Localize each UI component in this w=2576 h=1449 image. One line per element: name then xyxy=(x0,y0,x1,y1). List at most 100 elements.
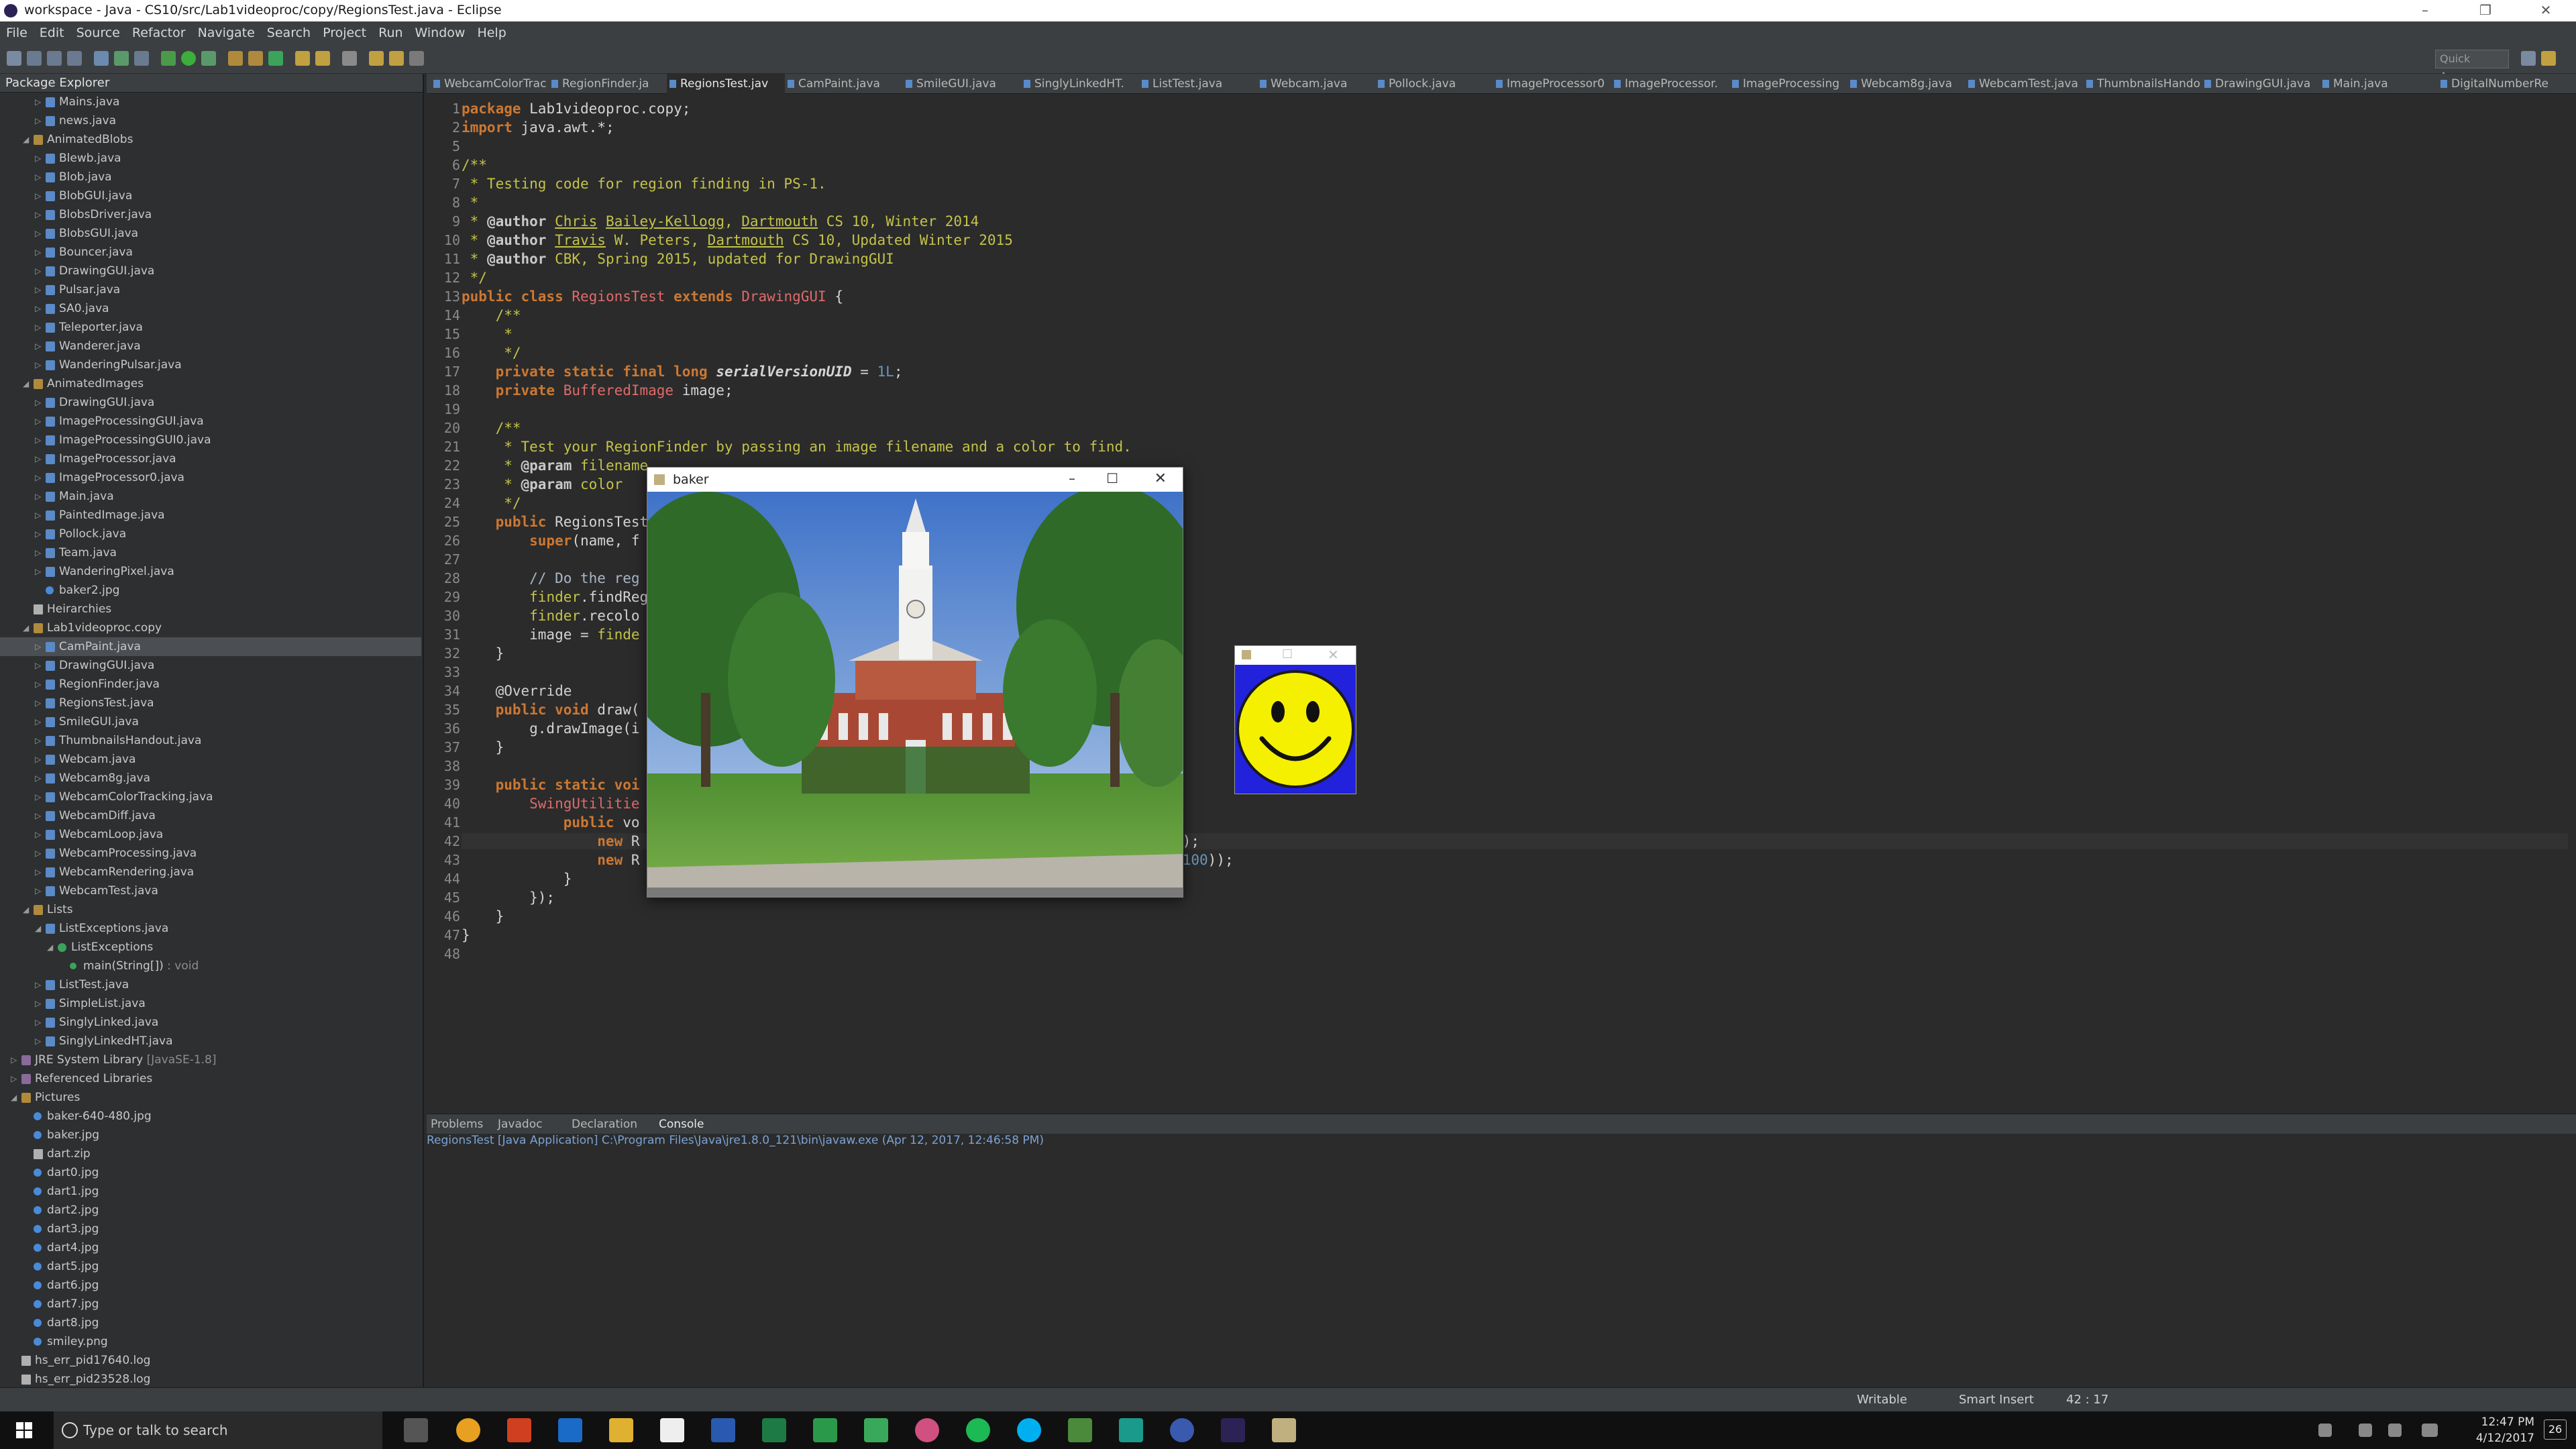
tree-item[interactable]: ◢ AnimatedImages xyxy=(0,374,421,393)
editor-tab[interactable]: ListTest.java xyxy=(1139,74,1257,94)
collapsed-arrow-icon[interactable]: ▷ xyxy=(35,111,41,130)
search-icon[interactable] xyxy=(315,51,330,66)
expanded-arrow-icon[interactable]: ◢ xyxy=(23,374,29,393)
baker-window-titlebar[interactable]: baker – ☐ ✕ xyxy=(647,468,1183,492)
open-perspective-icon[interactable] xyxy=(2521,51,2536,66)
taskbar-clock[interactable]: 12:47 PM 4/12/2017 xyxy=(2476,1414,2534,1446)
tree-item[interactable]: smiley.png xyxy=(0,1332,421,1351)
tree-item[interactable]: ◢ ListExceptions.java xyxy=(0,919,421,938)
wifi-icon[interactable] xyxy=(2359,1424,2372,1437)
tree-item[interactable]: hs_err_pid23528.log xyxy=(0,1370,421,1389)
powerpoint-icon[interactable] xyxy=(507,1418,531,1442)
maximize-icon[interactable]: ☐ xyxy=(1106,470,1118,486)
tree-item[interactable]: ▷ Webcam.java xyxy=(0,750,421,769)
tree-item[interactable]: ▷ BlobsDriver.java xyxy=(0,205,421,224)
collapsed-arrow-icon[interactable]: ▷ xyxy=(35,393,41,412)
menu-edit[interactable]: Edit xyxy=(34,21,70,44)
collapsed-arrow-icon[interactable]: ▷ xyxy=(35,149,41,168)
tree-item[interactable]: ▷ WanderingPulsar.java xyxy=(0,356,421,374)
tree-item[interactable]: hs_err_pid17640.log xyxy=(0,1351,421,1370)
tree-item[interactable]: ◢ Lists xyxy=(0,900,421,919)
tree-item[interactable]: ▷ PaintedImage.java xyxy=(0,506,421,525)
java-perspective-icon[interactable] xyxy=(2541,51,2556,66)
debug-icon[interactable] xyxy=(94,51,109,66)
editor-tab[interactable]: WebcamTest.java xyxy=(1966,74,2084,94)
close-icon[interactable]: ✕ xyxy=(2516,0,2576,21)
skip-breakpoints-icon[interactable] xyxy=(134,51,149,66)
tree-item[interactable]: ▷ Referenced Libraries xyxy=(0,1069,421,1088)
collapsed-arrow-icon[interactable]: ▷ xyxy=(35,825,41,844)
tree-item[interactable]: ▷ DrawingGUI.java xyxy=(0,393,421,412)
expanded-arrow-icon[interactable]: ◢ xyxy=(47,938,53,957)
annotation-icon[interactable] xyxy=(342,51,357,66)
tree-item[interactable]: ▷ Teleporter.java xyxy=(0,318,421,337)
tree-item[interactable]: dart0.jpg xyxy=(0,1163,421,1182)
tree-item[interactable]: ▷ RegionsTest.java xyxy=(0,694,421,712)
tree-item[interactable]: ▷ SinglyLinked.java xyxy=(0,1013,421,1032)
tree-item[interactable]: ▷ Webcam8g.java xyxy=(0,769,421,788)
editor-tab[interactable]: DrawingGUI.java xyxy=(2202,74,2320,94)
new-class-icon[interactable] xyxy=(268,51,283,66)
tree-item[interactable]: ▷ SmileGUI.java xyxy=(0,712,421,731)
open-type-icon[interactable] xyxy=(295,51,310,66)
menu-project[interactable]: Project xyxy=(317,21,372,44)
tree-item[interactable]: ▷ Mains.java xyxy=(0,93,421,111)
tree-item[interactable]: ▷ WebcamTest.java xyxy=(0,881,421,900)
green-app-icon[interactable] xyxy=(864,1418,888,1442)
console-view[interactable]: RegionsTest [Java Application] C:\Progra… xyxy=(427,1134,2576,1387)
editor-tab[interactable]: ImageProcessing xyxy=(1729,74,1847,94)
tree-item[interactable]: ▷ CamPaint.java xyxy=(0,637,421,656)
print-icon[interactable] xyxy=(67,51,82,66)
tree-item[interactable]: ▷ ImageProcessor.java xyxy=(0,449,421,468)
collapsed-arrow-icon[interactable]: ▷ xyxy=(35,224,41,243)
collapsed-arrow-icon[interactable]: ▷ xyxy=(35,299,41,318)
baker-image-window[interactable]: baker – ☐ ✕ xyxy=(647,467,1183,898)
menu-source[interactable]: Source xyxy=(70,21,126,44)
tree-item[interactable]: ▷ Bouncer.java xyxy=(0,243,421,262)
tree-item[interactable]: ▷ Pollock.java xyxy=(0,525,421,543)
tree-item[interactable]: dart2.jpg xyxy=(0,1201,421,1220)
tree-item[interactable]: ▷ RegionFinder.java xyxy=(0,675,421,694)
collapsed-arrow-icon[interactable]: ▷ xyxy=(35,93,41,111)
eclipse-taskbar-icon[interactable] xyxy=(1221,1418,1245,1442)
console-tab[interactable]: Console xyxy=(659,1114,704,1134)
editor-tab[interactable]: DigitalNumberRe xyxy=(2438,74,2556,94)
collapsed-arrow-icon[interactable]: ▷ xyxy=(35,280,41,299)
collapsed-arrow-icon[interactable]: ▷ xyxy=(35,788,41,806)
package-explorer-tab[interactable]: Package Explorer xyxy=(0,74,423,93)
chrome-icon[interactable] xyxy=(456,1418,480,1442)
tree-item[interactable]: dart5.jpg xyxy=(0,1257,421,1276)
console-tab[interactable]: Problems xyxy=(431,1114,483,1134)
collapsed-arrow-icon[interactable]: ▷ xyxy=(35,318,41,337)
editor-tab[interactable]: Pollock.java xyxy=(1375,74,1493,94)
editor-tab[interactable]: Webcam8g.java xyxy=(1847,74,1966,94)
tree-item[interactable]: ▷ Wanderer.java xyxy=(0,337,421,356)
tree-item[interactable]: ▷ WebcamRendering.java xyxy=(0,863,421,881)
debug-run-icon[interactable] xyxy=(161,51,176,66)
notes-icon[interactable] xyxy=(1068,1418,1092,1442)
collapsed-arrow-icon[interactable]: ▷ xyxy=(35,806,41,825)
menu-file[interactable]: File xyxy=(0,21,34,44)
keyboard-icon[interactable] xyxy=(2422,1424,2438,1437)
store-icon[interactable] xyxy=(660,1418,684,1442)
tree-item[interactable]: ▷ WanderingPixel.java xyxy=(0,562,421,581)
windows-start-icon[interactable] xyxy=(16,1422,32,1438)
tree-item[interactable]: ▷ ImageProcessor0.java xyxy=(0,468,421,487)
quick-access-input[interactable]: Quick Access xyxy=(2435,50,2509,83)
next-annotation-icon[interactable] xyxy=(369,51,384,66)
tree-item[interactable]: ▷ SA0.java xyxy=(0,299,421,318)
tree-item[interactable]: ▷ ListTest.java xyxy=(0,975,421,994)
file-explorer-icon[interactable] xyxy=(609,1418,633,1442)
new-package-icon[interactable] xyxy=(248,51,263,66)
collapsed-arrow-icon[interactable]: ▷ xyxy=(35,975,41,994)
collapsed-arrow-icon[interactable]: ▷ xyxy=(35,186,41,205)
collapsed-arrow-icon[interactable]: ▷ xyxy=(35,844,41,863)
collapsed-arrow-icon[interactable]: ▷ xyxy=(35,262,41,280)
tray-chevron-icon[interactable] xyxy=(2318,1424,2332,1437)
tree-item[interactable]: ▷ ImageProcessingGUI0.java xyxy=(0,431,421,449)
tree-item[interactable]: dart4.jpg xyxy=(0,1238,421,1257)
collapsed-arrow-icon[interactable]: ▷ xyxy=(35,243,41,262)
expanded-arrow-icon[interactable]: ◢ xyxy=(23,900,29,919)
coverage-icon[interactable] xyxy=(114,51,129,66)
collapsed-arrow-icon[interactable]: ▷ xyxy=(35,412,41,431)
